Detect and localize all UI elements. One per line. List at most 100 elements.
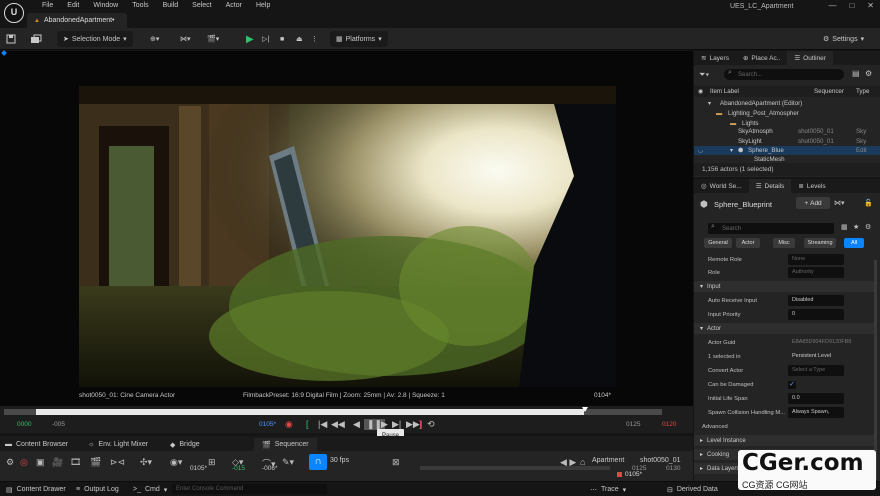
tab-layers[interactable]: ≋ Layers <box>694 51 736 65</box>
details-scrollbar[interactable] <box>874 260 877 480</box>
header-type[interactable]: Type <box>856 88 869 95</box>
tab-sequencer[interactable]: 🎬 Sequencer <box>254 438 317 451</box>
auto-receive-dropdown[interactable]: Disabled <box>788 295 844 306</box>
pen-icon[interactable]: ✎▾ <box>282 457 294 468</box>
range-end-icon[interactable]: ] <box>419 419 422 429</box>
play-reverse-icon[interactable]: ◀ <box>353 419 360 430</box>
outliner-row[interactable]: SkyLight shot0050_01 Sky <box>694 137 880 146</box>
tab-env-light-mixer[interactable]: ☼ Env. Light Mixer <box>88 438 148 451</box>
menu-file[interactable]: File <box>35 1 60 11</box>
outliner-row[interactable]: SkyAtmosph shot0050_01 Sky <box>694 127 880 136</box>
tab-bridge[interactable]: ◆ Bridge <box>170 438 200 451</box>
outliner-row[interactable]: ▬ Lighting_Post_Atmospher <box>694 109 880 118</box>
filter-actor[interactable]: Actor <box>736 238 760 248</box>
derived-data-button[interactable]: ⊟ Derived Data <box>667 483 718 496</box>
trace-dropdown[interactable]: ⋯ Trace ▾ <box>590 483 626 496</box>
maximize-button[interactable]: □ <box>849 1 854 10</box>
initial-life-field[interactable]: 0.0 <box>788 393 844 404</box>
tab-world-settings[interactable]: ◎ World Se... <box>694 179 749 193</box>
outliner-row-selected[interactable]: ◡ ▾ ⬢ Sphere_Blue Edit <box>694 146 880 155</box>
filter-general[interactable]: General <box>704 238 732 248</box>
menu-edit[interactable]: Edit <box>60 1 86 11</box>
section-input[interactable]: ▾ Input <box>694 281 874 292</box>
clapper-icon[interactable]: 🎬 <box>90 457 101 468</box>
range-start-icon[interactable]: [ <box>306 419 309 429</box>
advanced-row[interactable]: Advanced <box>694 420 874 434</box>
content-drawer-button[interactable]: ▤ Content Drawer <box>6 483 66 496</box>
platforms-dropdown[interactable]: ▦ Platforms ▾ <box>330 31 388 47</box>
snap-magnet-button[interactable]: ∩ <box>309 454 327 470</box>
visibility-icon[interactable]: ◉▾ <box>170 457 182 468</box>
menu-help[interactable]: Help <box>249 1 277 11</box>
key-icon[interactable]: ⊳⊲ <box>110 457 125 468</box>
eye-icon[interactable]: ◡ <box>698 147 703 154</box>
menu-tools[interactable]: Tools <box>125 1 155 11</box>
step-icon[interactable]: ▷| <box>262 31 269 47</box>
menu-actor[interactable]: Actor <box>219 1 249 11</box>
menu-build[interactable]: Build <box>156 1 186 11</box>
add-component-button[interactable]: + Add <box>796 197 830 209</box>
level-viewport[interactable]: shot0050_01: Cine Camera Actor FilmbackP… <box>0 50 693 406</box>
expand-icon[interactable]: ▾ <box>708 100 711 107</box>
cmd-dropdown[interactable]: >_ Cmd ▾ <box>133 483 167 496</box>
prev-key-icon[interactable]: ◀◀ <box>331 419 345 430</box>
gear-icon[interactable]: ⚙ <box>865 69 872 78</box>
menu-select[interactable]: Select <box>185 1 218 11</box>
document-tab[interactable]: ▲ AbandonedApartment• <box>27 13 127 28</box>
grid-icon[interactable]: ▦ <box>841 223 848 231</box>
role-value[interactable]: Authority <box>788 267 844 278</box>
outliner-row[interactable]: ▾ AbandonedApartment (Editor) <box>694 99 880 108</box>
lock-icon[interactable]: 🔓 <box>864 199 873 207</box>
stop-icon[interactable]: ■ <box>280 31 284 47</box>
can-be-damaged-checkbox[interactable]: ✓ <box>788 381 796 389</box>
output-log-button[interactable]: ≡ Output Log <box>76 483 119 496</box>
play-options-icon[interactable]: ⋮ <box>311 31 318 47</box>
add-actor-icon[interactable]: ⊕▾ <box>150 31 159 47</box>
cinematics-icon[interactable]: 🎬▾ <box>207 31 219 47</box>
filter-misc[interactable]: Misc <box>773 238 795 248</box>
header-sequencer[interactable]: Sequencer <box>814 88 844 95</box>
jump-start-icon[interactable]: |◀ <box>318 419 327 430</box>
blueprint-icon[interactable]: ⋈▾ <box>180 31 191 47</box>
blueprint-dropdown-icon[interactable]: ⋈▾ <box>834 199 845 207</box>
input-priority-field[interactable]: 0 <box>788 309 844 320</box>
render-icon[interactable]: 🎞 <box>70 457 81 468</box>
console-input[interactable]: Enter Console Command <box>172 484 327 494</box>
convert-actor-dropdown[interactable]: Select a Type <box>788 365 844 376</box>
section-level-instance[interactable]: ▸ Level Instance <box>694 435 874 446</box>
filter-icon[interactable]: ⏷▾ <box>699 70 709 80</box>
selection-mode-dropdown[interactable]: ➤ Selection Mode ▾ <box>57 31 133 47</box>
outliner-search-input[interactable]: Search... <box>724 69 844 80</box>
close-button[interactable]: ✕ <box>867 1 874 10</box>
details-search-input[interactable]: Search <box>708 223 834 234</box>
sequencer-options-icon[interactable]: ⊠ <box>392 457 400 468</box>
filter-streaming[interactable]: Streaming <box>804 238 836 248</box>
fps-selector[interactable]: 30 fps <box>330 457 349 464</box>
settings-button[interactable]: ⚙ Settings ▾ <box>823 31 864 47</box>
expand-icon[interactable]: ▾ <box>730 147 733 154</box>
breadcrumb-shot[interactable]: shot0050_01 <box>640 457 680 464</box>
gear-icon[interactable]: ⚙ <box>6 457 14 468</box>
content-icon[interactable] <box>30 31 42 47</box>
save-icon[interactable]: ▣ <box>36 457 45 468</box>
menu-window[interactable]: Window <box>86 1 125 11</box>
eject-icon[interactable]: ⏏ <box>296 31 303 47</box>
key-diamond-icon[interactable]: ◇▾ <box>232 457 243 468</box>
filter-all[interactable]: All <box>844 238 864 248</box>
star-icon[interactable]: ★ <box>853 223 859 231</box>
gear-icon[interactable]: ⚙ <box>865 223 871 231</box>
section-actor[interactable]: ▾ Actor <box>694 323 874 334</box>
save-icon[interactable] <box>6 31 16 47</box>
spawn-collision-dropdown[interactable]: Always Spawn, <box>788 407 844 418</box>
tab-levels[interactable]: ≣ Levels <box>791 179 832 193</box>
record-icon[interactable]: ◎ <box>20 457 28 468</box>
tab-place-actors[interactable]: ⊕ Place Ac.. <box>736 51 787 65</box>
tab-details[interactable]: ☰ Details <box>748 179 792 193</box>
breadcrumb-apartment[interactable]: Apartment <box>592 457 624 464</box>
tab-content-browser[interactable]: ▬ Content Browser <box>5 438 68 451</box>
record-icon[interactable]: ◉ <box>285 419 293 430</box>
playhead-marker[interactable] <box>582 407 588 412</box>
current-frame[interactable]: 0105* <box>259 421 276 428</box>
remote-role-value[interactable]: None <box>788 254 844 265</box>
camera-icon[interactable]: 🎥 <box>52 457 63 468</box>
